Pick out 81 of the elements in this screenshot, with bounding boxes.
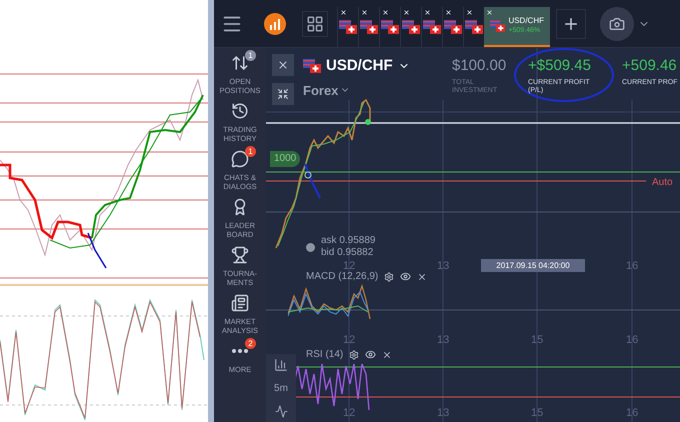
asset-tab[interactable] — [400, 7, 421, 47]
arrows-icon — [231, 54, 249, 72]
tab-symbol: USD/CHF — [508, 16, 544, 26]
eye-icon[interactable] — [400, 271, 412, 282]
asset-selector[interactable]: USD/CHF — [303, 55, 410, 78]
indicator-label: RSI (14) — [306, 348, 344, 362]
market-selector[interactable]: Forex — [303, 80, 410, 100]
axis-label: 15 — [531, 333, 544, 348]
close-icon[interactable] — [486, 9, 493, 16]
asset-tab[interactable] — [358, 7, 379, 47]
close-icon — [277, 59, 289, 71]
ask-price: ask 0.95889 — [321, 235, 376, 247]
chat-bubble-icon — [231, 150, 249, 168]
close-icon[interactable] — [382, 9, 389, 16]
close-icon[interactable] — [445, 9, 452, 16]
asset-tab[interactable] — [421, 7, 442, 47]
close-icon[interactable] — [340, 9, 347, 16]
current-price-dot — [365, 119, 371, 125]
notification-badge: 1 — [245, 50, 256, 61]
flag-icon — [381, 20, 399, 34]
close-icon[interactable] — [424, 9, 431, 16]
stat-value: +509.46 — [622, 57, 678, 74]
flag-icon — [360, 20, 378, 34]
indicator-label: MACD (12,26,9) — [306, 270, 378, 284]
asset-tab[interactable] — [442, 7, 463, 47]
flag-icon — [303, 59, 321, 74]
axis-label: 13 — [437, 406, 450, 421]
close-button[interactable] — [272, 54, 294, 76]
axis-label: 13 — [437, 333, 450, 348]
asset-tab[interactable] — [463, 7, 484, 47]
time-tooltip: 2017.09.15 04:20:00 — [481, 259, 585, 272]
axis-label: 15 — [531, 406, 544, 421]
add-tab-button[interactable] — [556, 8, 586, 38]
close-icon[interactable] — [417, 272, 428, 282]
axis-label: 16 — [626, 406, 638, 421]
deal-marker — [304, 172, 312, 178]
settings-icon[interactable] — [349, 350, 360, 360]
asset-tab[interactable] — [337, 7, 358, 47]
dots-icon — [232, 349, 248, 353]
close-icon[interactable] — [361, 9, 368, 16]
collapse-icon — [277, 88, 289, 100]
notification-badge: 2 — [245, 338, 256, 349]
indicator-icon[interactable] — [274, 404, 288, 418]
axis-label: 13 — [437, 259, 450, 274]
camera-icon — [609, 16, 625, 32]
eye-icon[interactable] — [365, 349, 376, 360]
hand-drawn-line — [304, 164, 321, 198]
axis-label: 16 — [626, 259, 638, 274]
collapse-button[interactable] — [272, 83, 294, 105]
notification-badge: 1 — [245, 146, 256, 157]
hand-drawn-line — [87, 232, 107, 268]
bar-chart-icon[interactable] — [274, 358, 288, 372]
trophy-icon — [231, 246, 249, 264]
axis-label: 12 — [343, 333, 356, 348]
close-icon[interactable] — [382, 350, 392, 360]
deal-amount-bubble: 1000 — [270, 151, 300, 167]
settings-icon[interactable] — [384, 272, 394, 282]
axis-label: 16 — [626, 333, 638, 348]
layout-button[interactable] — [302, 10, 328, 36]
flag-icon — [490, 19, 506, 33]
grid-icon — [306, 14, 324, 32]
stat-value: +$509.45 — [528, 57, 591, 74]
camera-button[interactable] — [600, 6, 634, 40]
axis-label: 12 — [343, 406, 356, 421]
bid-price: bid 0.95882 — [321, 247, 374, 259]
asset-tab[interactable] — [379, 7, 400, 47]
flag-icon — [423, 20, 441, 34]
auto-close-label: Auto — [652, 176, 673, 190]
timeframe-button[interactable]: 5m — [274, 380, 288, 396]
stat-value: $100.00 — [452, 57, 508, 74]
axis-label: 12 — [343, 259, 356, 272]
info-icon — [306, 242, 315, 252]
flag-icon — [444, 20, 462, 34]
flag-icon — [402, 20, 420, 34]
newspaper-icon — [231, 294, 249, 312]
flag-icon — [465, 20, 483, 34]
close-icon[interactable] — [466, 9, 473, 16]
clock-icon — [231, 102, 249, 120]
flag-icon — [339, 20, 357, 34]
logo-icon — [264, 12, 286, 34]
close-icon[interactable] — [403, 9, 410, 16]
